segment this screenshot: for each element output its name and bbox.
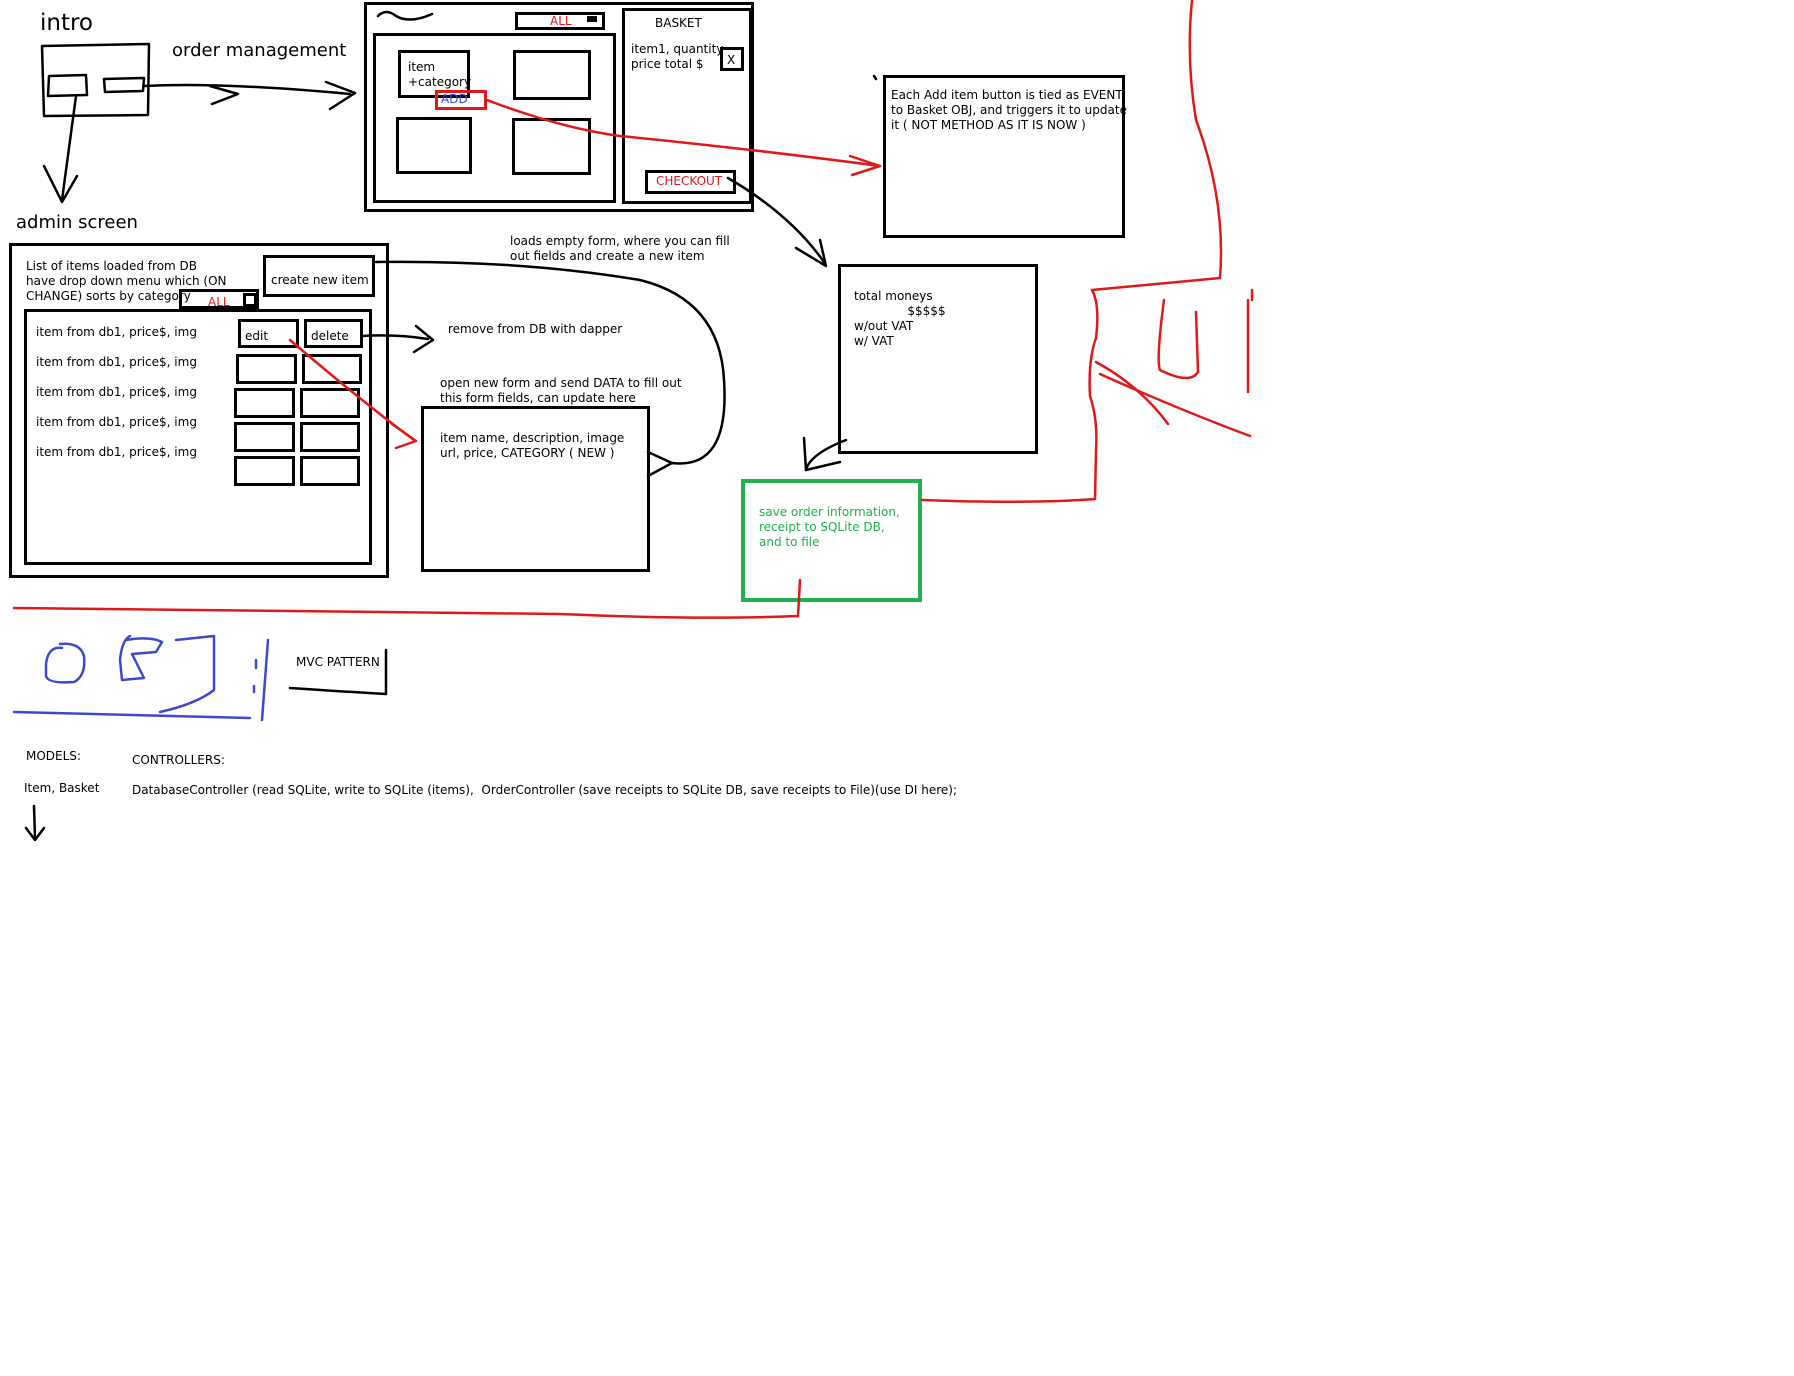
item-form-text: item name, description, image url, price…	[440, 431, 625, 460]
models-list: Item, Basket	[24, 781, 100, 795]
edit-button-label: edit	[245, 329, 269, 343]
admin-filter-value: ALL	[208, 295, 230, 309]
save-order-text: save order information, receipt to SQLit…	[759, 505, 900, 549]
edit-button[interactable]	[234, 422, 295, 452]
delete-button[interactable]	[300, 456, 360, 486]
item-card[interactable]	[396, 117, 472, 174]
dropdown-arrow-icon	[243, 293, 257, 307]
admin-screen-label: admin screen	[16, 212, 138, 233]
list-item: item from db1, price$, img	[36, 355, 197, 369]
open-new-form-note: open new form and send DATA to fill out …	[440, 376, 682, 405]
arrow-intro-to-order	[142, 83, 352, 96]
create-new-item-label: create new item	[271, 273, 369, 287]
intro-button-admin-sketch	[46, 73, 89, 98]
order-filter-value: ALL	[550, 14, 572, 28]
event-note-text: Each Add item button is tied as EVENT to…	[891, 88, 1127, 132]
line-save-to-bottom	[12, 578, 802, 619]
basket-line: item1, quantity price total $	[631, 42, 724, 71]
item-card[interactable]	[513, 50, 591, 100]
loads-empty-form-note: loads empty form, where you can fill out…	[510, 234, 730, 263]
checkout-label: CHECKOUT	[656, 174, 723, 188]
delete-button[interactable]	[300, 422, 360, 452]
handwritten-o	[44, 642, 86, 684]
models-arrow	[32, 804, 37, 840]
handwritten-b	[118, 634, 164, 682]
edit-button[interactable]	[234, 388, 295, 418]
edit-button[interactable]	[234, 456, 295, 486]
basket-remove-label: X	[727, 53, 736, 67]
intro-window-sketch	[40, 42, 151, 118]
remove-from-db-note: remove from DB with dapper	[448, 322, 623, 336]
basket-title: BASKET	[655, 16, 702, 30]
delete-button[interactable]	[300, 388, 360, 418]
intro-button-order-sketch	[102, 76, 146, 94]
mvc-pattern-label: MVC PATTERN	[296, 655, 380, 669]
delete-button-label: delete	[311, 329, 349, 343]
list-item: item from db1, price$, img	[36, 445, 197, 459]
dropdown-arrow-icon	[587, 16, 597, 22]
list-item: item from db1, price$, img	[36, 385, 197, 399]
add-button-label: ADD	[441, 92, 468, 106]
list-item: item from db1, price$, img	[36, 325, 197, 339]
edit-button[interactable]	[236, 354, 297, 384]
models-header: MODELS:	[26, 749, 81, 763]
order-management-label: order management	[172, 40, 347, 61]
list-item: item from db1, price$, img	[36, 415, 197, 429]
handwritten-u	[1157, 298, 1200, 380]
delete-button[interactable]	[302, 354, 362, 384]
arrow-intro-to-admin	[60, 94, 78, 202]
controllers-list: DatabaseController (read SQLite, write t…	[132, 783, 958, 797]
controllers-header: CONTROLLERS:	[132, 753, 225, 767]
intro-title: intro	[40, 10, 94, 36]
handwritten-j	[158, 634, 216, 714]
item-card-label: item +category	[408, 60, 472, 89]
item-card[interactable]	[512, 118, 591, 175]
totals-text: total moneys $$$$$ w/out VAT w/ VAT	[854, 289, 946, 348]
